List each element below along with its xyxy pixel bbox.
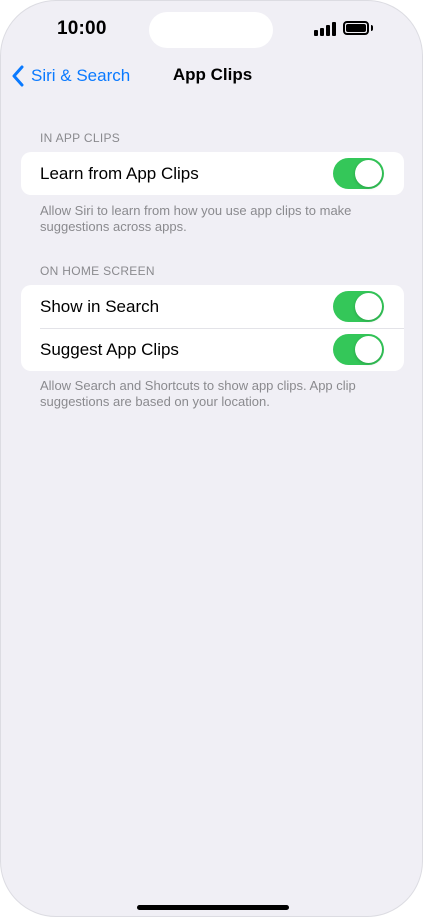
cellular-signal-icon <box>314 22 338 36</box>
toggle-knob <box>355 336 382 363</box>
row-label: Show in Search <box>40 296 160 316</box>
battery-nub <box>371 25 373 31</box>
show-in-search-row: Show in Search <box>21 285 404 328</box>
show-in-search-toggle[interactable] <box>333 291 384 322</box>
suggest-app-clips-row: Suggest App Clips <box>21 328 404 371</box>
settings-group-on-home-screen: Show in Search Suggest App Clips <box>21 285 404 371</box>
battery-icon <box>343 21 369 35</box>
dynamic-island <box>149 12 273 48</box>
section-header-in-app-clips: IN APP CLIPS <box>40 131 121 145</box>
row-label: Learn from App Clips <box>40 163 199 183</box>
settings-group-in-app-clips: Learn from App Clips <box>21 152 404 195</box>
section-footer-on-home-screen: Allow Search and Shortcuts to show app c… <box>40 378 356 409</box>
phone-screen: 10:00 Siri & Search App Clips IN APP CLI… <box>0 0 423 917</box>
section-header-on-home-screen: ON HOME SCREEN <box>40 264 155 278</box>
suggest-app-clips-toggle[interactable] <box>333 334 384 365</box>
toggle-knob <box>355 160 382 187</box>
status-time: 10:00 <box>57 18 107 39</box>
section-footer-in-app-clips: Allow Siri to learn from how you use app… <box>40 203 352 234</box>
learn-from-app-clips-row: Learn from App Clips <box>21 152 404 195</box>
home-indicator[interactable] <box>137 905 289 910</box>
page-title: App Clips <box>172 65 253 84</box>
toggle-knob <box>355 293 382 320</box>
row-label: Suggest App Clips <box>40 339 179 359</box>
learn-from-app-clips-toggle[interactable] <box>333 158 384 189</box>
